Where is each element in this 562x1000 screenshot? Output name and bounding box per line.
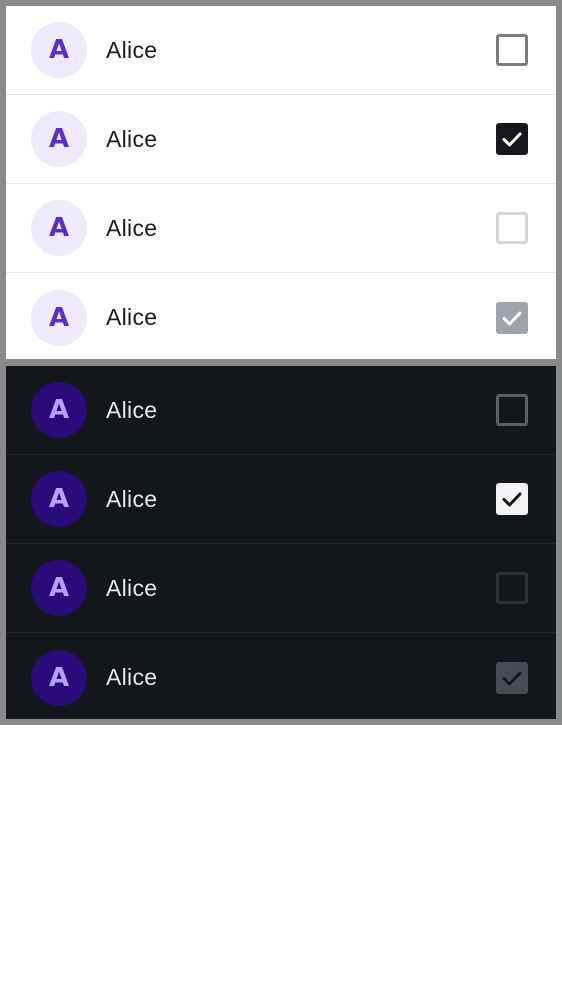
preview-frame: A Alice A Alice A Alice A Alice A Alice [0, 0, 562, 725]
checkmark-icon [502, 671, 522, 685]
list-item-label: Alice [106, 36, 158, 63]
dark-theme-list: A Alice A Alice A Alice A Alice [6, 366, 556, 719]
list-item-label: Alice [106, 214, 158, 241]
list-item: A Alice [6, 273, 556, 362]
avatar: A [31, 560, 87, 616]
avatar: A [31, 471, 87, 527]
avatar: A [31, 289, 87, 346]
avatar: A [31, 111, 87, 167]
list-item-label: Alice [106, 396, 158, 423]
avatar: A [31, 22, 87, 78]
light-theme-list: A Alice A Alice A Alice A Alice [6, 6, 556, 359]
checkbox-checked-disabled [496, 661, 528, 694]
checkmark-icon [502, 311, 522, 325]
list-item-label: Alice [106, 574, 158, 601]
list-item[interactable]: A Alice [6, 366, 556, 455]
list-item[interactable]: A Alice [6, 6, 556, 95]
list-item-label: Alice [106, 304, 158, 330]
list-item: A Alice [6, 544, 556, 633]
list-item[interactable]: A Alice [6, 455, 556, 544]
checkmark-icon [502, 132, 522, 147]
checkbox-checked-disabled [496, 301, 528, 334]
list-item-label: Alice [106, 664, 158, 690]
checkbox-checked[interactable] [496, 483, 528, 515]
list-item: A Alice [6, 633, 556, 722]
checkbox-unchecked[interactable] [496, 394, 528, 426]
checkbox-unchecked-disabled [496, 572, 528, 604]
list-item-label: Alice [106, 125, 158, 152]
checkbox-unchecked[interactable] [496, 34, 528, 66]
list-item[interactable]: A Alice [6, 95, 556, 184]
checkbox-unchecked-disabled [496, 212, 528, 244]
avatar: A [31, 382, 87, 438]
avatar: A [31, 649, 87, 706]
list-item-label: Alice [106, 485, 158, 512]
avatar: A [31, 200, 87, 256]
list-item: A Alice [6, 184, 556, 273]
checkbox-checked[interactable] [496, 123, 528, 155]
checkmark-icon [502, 492, 522, 507]
